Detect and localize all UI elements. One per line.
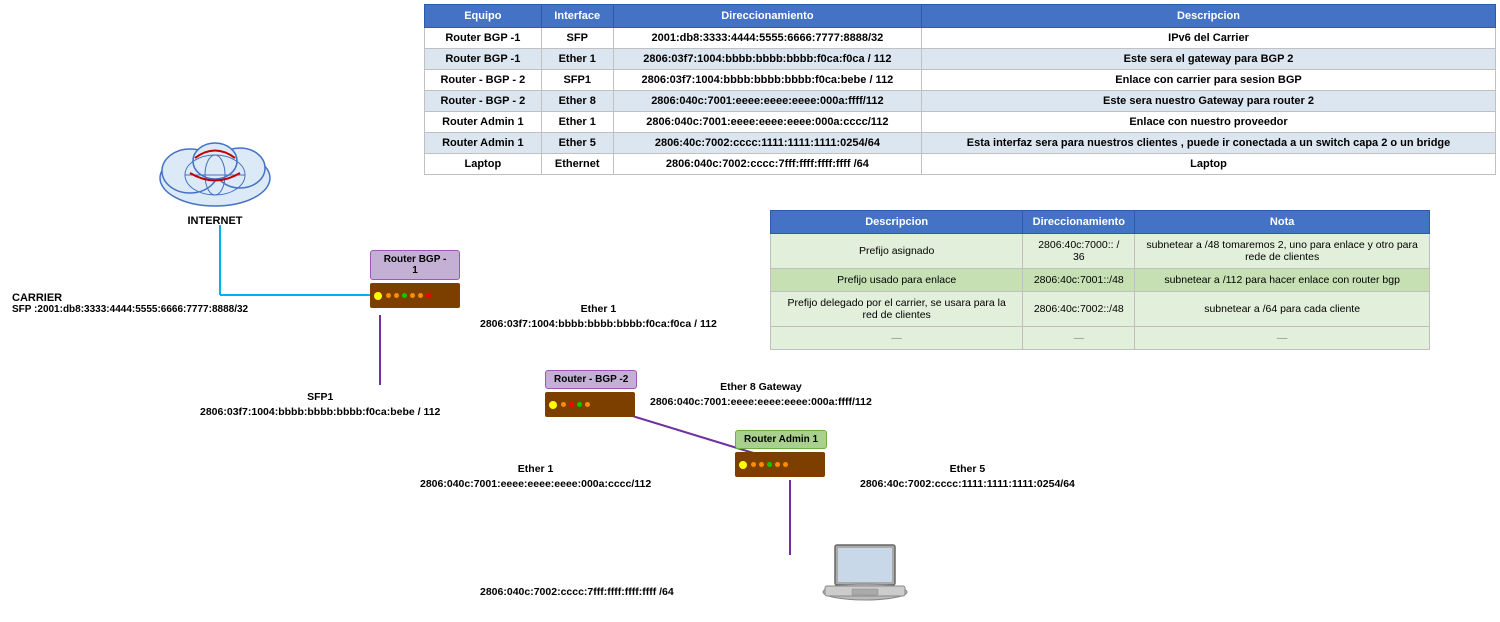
second-cell-r3-c2: — xyxy=(1135,327,1430,350)
main-table-section: Equipo Interface Direccionamiento Descri… xyxy=(420,0,1500,179)
laptop-svg xyxy=(820,540,910,610)
ether8-label-area: Ether 8 Gateway 2806:040c:7001:eeee:eeee… xyxy=(650,380,872,409)
main-cell-r6-c2: 2806:040c:7002:cccc:7fff:ffff:ffff:ffff … xyxy=(613,154,921,175)
second-cell-r3-c1: — xyxy=(1023,327,1135,350)
main-cell-r1-c2: 2806:03f7:1004:bbbb:bbbb:bbbb:f0ca:f0ca … xyxy=(613,49,921,70)
main-cell-r2-c0: Router - BGP - 2 xyxy=(425,70,542,91)
second-cell-r3-c0: — xyxy=(771,327,1023,350)
col2-header-direccionamiento: Direccionamiento xyxy=(1023,211,1135,234)
main-cell-r6-c0: Laptop xyxy=(425,154,542,175)
col2-header-descripcion: Descripcion xyxy=(771,211,1023,234)
col-header-equipo: Equipo xyxy=(425,5,542,28)
cloud-svg xyxy=(140,123,290,213)
second-cell-r2-c0: Prefijo delegado por el carrier, se usar… xyxy=(771,292,1023,327)
main-cell-r1-c3: Este sera el gateway para BGP 2 xyxy=(922,49,1496,70)
second-cell-r1-c2: subnetear a /112 para hacer enlace con r… xyxy=(1135,269,1430,292)
router-admin1-label: Router Admin 1 xyxy=(735,430,827,449)
laptop-addr-label: 2806:040c:7002:cccc:7fff:ffff:ffff:ffff … xyxy=(480,585,674,600)
internet-label: INTERNET xyxy=(188,215,243,227)
second-table: Descripcion Direccionamiento Nota Prefij… xyxy=(770,210,1430,350)
second-cell-r0-c2: subnetear a /48 tomaremos 2, uno para en… xyxy=(1135,234,1430,269)
main-table: Equipo Interface Direccionamiento Descri… xyxy=(424,4,1496,175)
router-bgp1-label: Router BGP -1 xyxy=(370,250,460,280)
main-cell-r1-c0: Router BGP -1 xyxy=(425,49,542,70)
main-cell-r5-c1: Ether 5 xyxy=(541,133,613,154)
col-header-descripcion: Descripcion xyxy=(922,5,1496,28)
internet-cloud: INTERNET xyxy=(140,120,290,230)
main-cell-r5-c3: Esta interfaz sera para nuestros cliente… xyxy=(922,133,1496,154)
main-cell-r0-c0: Router BGP -1 xyxy=(425,28,542,49)
second-table-section: Descripcion Direccionamiento Nota Prefij… xyxy=(770,210,1430,350)
ether5-label: Ether 5 2806:40c:7002:cccc:1111:1111:111… xyxy=(860,462,1075,491)
main-cell-r3-c2: 2806:040c:7001:eeee:eeee:eeee:000a:ffff/… xyxy=(613,91,921,112)
col2-header-nota: Nota xyxy=(1135,211,1430,234)
ether1-admin1-label: Ether 1 2806:040c:7001:eeee:eeee:eeee:00… xyxy=(420,462,651,491)
main-cell-r2-c2: 2806:03f7:1004:bbbb:bbbb:bbbb:f0ca:bebe … xyxy=(613,70,921,91)
carrier-label: CARRIER xyxy=(12,292,62,304)
main-cell-r4-c3: Enlace con nuestro proveedor xyxy=(922,112,1496,133)
main-cell-r0-c3: IPv6 del Carrier xyxy=(922,28,1496,49)
router-bgp2-box: Router - BGP -2 xyxy=(545,370,637,417)
main-cell-r4-c0: Router Admin 1 xyxy=(425,112,542,133)
second-cell-r1-c0: Prefijo usado para enlace xyxy=(771,269,1023,292)
main-cell-r6-c1: Ethernet xyxy=(541,154,613,175)
main-cell-r5-c0: Router Admin 1 xyxy=(425,133,542,154)
col-header-direccionamiento: Direccionamiento xyxy=(613,5,921,28)
main-cell-r0-c1: SFP xyxy=(541,28,613,49)
main-cell-r3-c0: Router - BGP - 2 xyxy=(425,91,542,112)
main-cell-r0-c2: 2001:db8:3333:4444:5555:6666:7777:8888/3… xyxy=(613,28,921,49)
col-header-interface: Interface xyxy=(541,5,613,28)
ether1-bgp1-label: Ether 1 2806:03f7:1004:bbbb:bbbb:bbbb:f0… xyxy=(480,302,717,331)
sfp1-label-area: SFP1 2806:03f7:1004:bbbb:bbbb:bbbb:f0ca:… xyxy=(200,390,440,419)
main-cell-r6-c3: Laptop xyxy=(922,154,1496,175)
second-cell-r2-c1: 2806:40c:7002::/48 xyxy=(1023,292,1135,327)
main-cell-r3-c3: Este sera nuestro Gateway para router 2 xyxy=(922,91,1496,112)
main-cell-r2-c3: Enlace con carrier para sesion BGP xyxy=(922,70,1496,91)
main-cell-r3-c1: Ether 8 xyxy=(541,91,613,112)
router-bgp1-box: Router BGP -1 xyxy=(370,250,460,308)
main-cell-r4-c1: Ether 1 xyxy=(541,112,613,133)
main-cell-r1-c1: Ether 1 xyxy=(541,49,613,70)
main-cell-r4-c2: 2806:040c:7001:eeee:eeee:eeee:000a:cccc/… xyxy=(613,112,921,133)
laptop-icon xyxy=(820,540,910,615)
main-cell-r2-c1: SFP1 xyxy=(541,70,613,91)
router-bgp2-label: Router - BGP -2 xyxy=(545,370,637,389)
second-cell-r0-c0: Prefijo asignado xyxy=(771,234,1023,269)
router-admin1-box: Router Admin 1 xyxy=(735,430,827,477)
second-cell-r0-c1: 2806:40c:7000:: / 36 xyxy=(1023,234,1135,269)
carrier-sfp-label: SFP :2001:db8:3333:4444:5555:6666:7777:8… xyxy=(12,304,248,315)
second-cell-r1-c1: 2806:40c:7001::/48 xyxy=(1023,269,1135,292)
second-cell-r2-c2: subnetear a /64 para cada cliente xyxy=(1135,292,1430,327)
main-cell-r5-c2: 2806:40c:7002:cccc:1111:1111:1111:0254/6… xyxy=(613,133,921,154)
